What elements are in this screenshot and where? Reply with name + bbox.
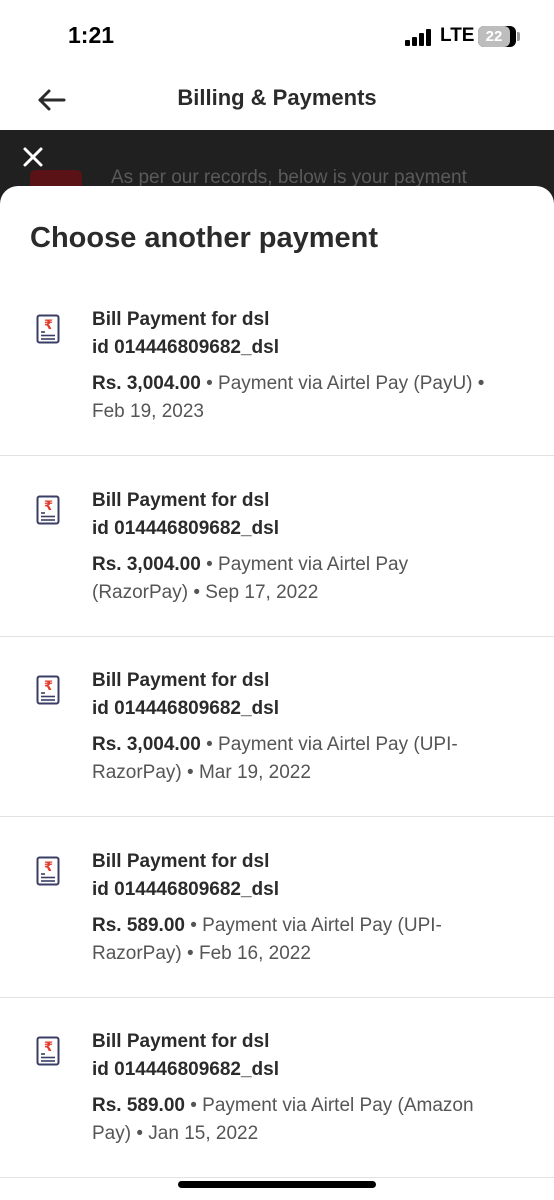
rupee-bill-icon: ₹ — [36, 495, 60, 525]
page-title: Billing & Payments — [177, 85, 377, 110]
close-icon[interactable] — [18, 142, 48, 172]
payment-amount: Rs. 589.00 — [92, 1095, 185, 1116]
payment-date: (RazorPay) • Sep 17, 2022 — [92, 581, 319, 603]
battery-icon: 22 — [478, 26, 520, 47]
payment-details: Rs. 589.00 • Payment via Airtel Pay (Ama… — [92, 1095, 474, 1117]
payment-date: Feb 19, 2023 — [92, 401, 204, 422]
rupee-bill-icon: ₹ — [36, 314, 60, 344]
payment-date: RazorPay) • Mar 19, 2022 — [92, 762, 311, 783]
payment-method: • Payment via Airtel Pay — [200, 553, 409, 575]
payment-item[interactable]: ₹ Bill Payment for dsl id 014446809682_dsl… — [0, 998, 554, 1178]
payment-amount: Rs. 3,004.00 — [92, 553, 201, 575]
status-bar: 1:21 LTE 22 — [0, 0, 554, 70]
payment-item[interactable]: ₹ Bill Payment for dsl id 014446809682_dsl… — [0, 457, 554, 637]
payment-date: Pay) • Jan 15, 2022 — [92, 1123, 259, 1144]
payment-account-id: id 014446809682_dsl — [92, 878, 279, 900]
payment-method: • Payment via Airtel Pay (Amazon — [184, 1095, 474, 1116]
svg-text:₹: ₹ — [44, 1040, 53, 1055]
payment-item[interactable]: ₹ Bill Payment for dsl id 014446809682_dsl… — [0, 818, 554, 998]
payment-item[interactable]: ₹ Bill Payment for dsl id 014446809682_dsl… — [0, 637, 554, 817]
payment-method: • Payment via Airtel Pay (UPI- — [200, 734, 458, 755]
svg-text:₹: ₹ — [44, 499, 53, 514]
battery-level: 22 — [485, 28, 503, 45]
payment-details: Rs. 3,004.00 • Payment via Airtel Pay (U… — [92, 734, 458, 756]
rupee-bill-icon: ₹ — [36, 856, 60, 886]
payment-account-id: id 014446809682_dsl — [92, 698, 279, 719]
svg-text:₹: ₹ — [44, 679, 53, 694]
payment-amount: Rs. 3,004.00 — [92, 734, 201, 755]
svg-text:₹: ₹ — [44, 318, 53, 333]
payment-amount: Rs. 589.00 — [92, 914, 185, 936]
payment-account-id: id 014446809682_dsl — [92, 1059, 279, 1080]
payment-title: Bill Payment for dsl — [92, 670, 270, 691]
payment-method: • Payment via Airtel Pay (PayU) • — [200, 373, 485, 394]
payment-sheet: Choose another payment ₹ Bill Payment for… — [0, 186, 554, 1200]
payment-account-id: id 014446809682_dsl — [92, 517, 279, 539]
payment-date: RazorPay) • Feb 16, 2022 — [92, 942, 311, 964]
app-header: Billing & Payments — [0, 70, 554, 130]
sheet-title: Choose another payment — [30, 222, 379, 254]
payment-method: • Payment via Airtel Pay (UPI- — [184, 914, 442, 936]
home-indicator — [178, 1181, 376, 1188]
payment-amount: Rs. 3,004.00 — [92, 373, 201, 394]
payment-item[interactable]: ₹ Bill Payment for dsl id 014446809682_dsl… — [0, 276, 554, 456]
payment-title: Bill Payment for dsl — [92, 1031, 270, 1052]
payment-title: Bill Payment for dsl — [92, 850, 270, 872]
payment-title: Bill Payment for dsl — [92, 489, 270, 511]
svg-text:₹: ₹ — [44, 860, 53, 875]
payment-title: Bill Payment for dsl — [92, 309, 270, 330]
payment-details: Rs. 589.00 • Payment via Airtel Pay (UPI… — [92, 915, 442, 937]
status-time: 1:21 — [68, 22, 115, 48]
rupee-bill-icon: ₹ — [36, 675, 60, 705]
payment-details: Rs. 3,004.00 • Payment via Airtel Pay — [92, 554, 408, 576]
rupee-bill-icon: ₹ — [36, 1036, 60, 1066]
network-type: LTE — [440, 25, 475, 46]
payment-account-id: id 014446809682_dsl — [92, 337, 279, 358]
signal-icon — [405, 28, 435, 46]
payment-details: Rs. 3,004.00 • Payment via Airtel Pay (P… — [92, 373, 484, 395]
